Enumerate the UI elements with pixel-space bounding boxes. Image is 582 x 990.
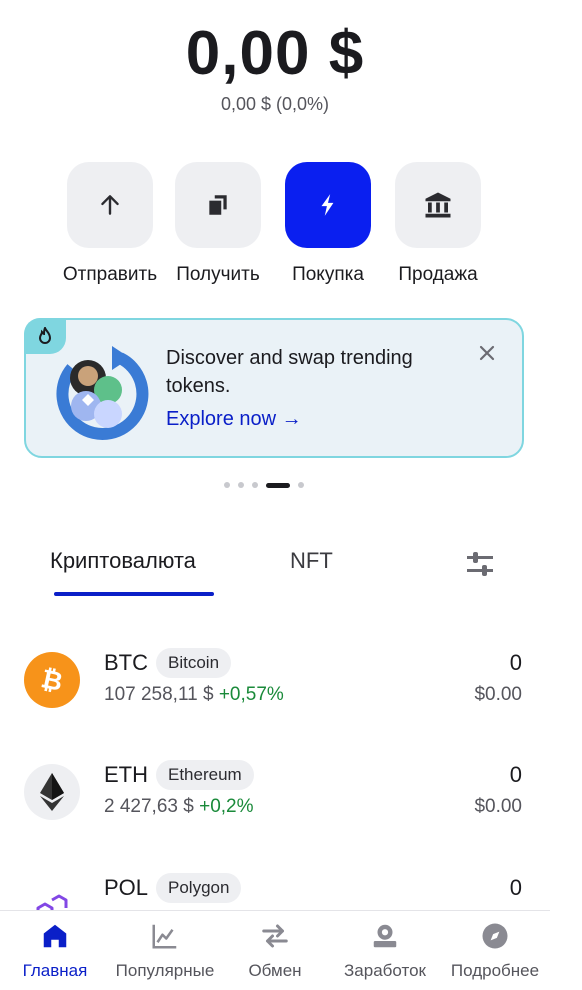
asset-name-chip: Polygon (156, 873, 242, 903)
swap-arrows-icon (262, 924, 288, 948)
nav-earn[interactable]: Заработок (330, 919, 440, 981)
buy-label: Покупка (292, 264, 364, 285)
asset-symbol: POL (104, 875, 149, 900)
send-label: Отправить (62, 264, 158, 285)
asset-amount: 0 (509, 650, 522, 675)
asset-fiat-value: $0.00 (474, 684, 522, 705)
asset-row-eth[interactable]: ETH Ethereum 2 427,63 $ +0,2% 0 $0.00 (0, 742, 550, 832)
asset-price: 107 258,11 $ +0,57% (104, 684, 284, 706)
active-tab-indicator (54, 592, 214, 596)
trending-tokens-illustration (50, 340, 150, 440)
send-button[interactable] (67, 162, 153, 248)
carousel-indicator (224, 480, 304, 490)
asset-name-chip: Bitcoin (156, 648, 232, 678)
promo-banner[interactable]: Discover and swap trending tokens. Explo… (24, 318, 524, 458)
asset-row-btc[interactable]: ₿ BTC Bitcoin 107 258,11 $ +0,57% 0 $0.0… (0, 630, 550, 720)
nav-earn-label: Заработок (344, 961, 426, 980)
asset-name-chip: Ethereum (156, 760, 254, 790)
nav-more-label: Подробнее (450, 961, 540, 980)
bank-icon (425, 192, 451, 218)
carousel-dot (238, 482, 244, 488)
home-icon (43, 924, 67, 948)
lightning-icon (321, 194, 334, 216)
nav-swap-label: Обмен (248, 961, 302, 980)
nav-popular[interactable]: Популярные (110, 919, 220, 981)
send-action[interactable]: Отправить (50, 162, 170, 286)
asset-price: 2 427,63 $ +0,2% (104, 796, 254, 818)
copy-stack-icon (209, 195, 227, 215)
sell-button[interactable] (395, 162, 481, 248)
nav-home[interactable]: Главная (0, 919, 110, 981)
nav-swap[interactable]: Обмен (220, 919, 330, 981)
buy-action[interactable]: Покупка (268, 162, 388, 286)
compass-icon (482, 923, 508, 949)
nav-popular-label: Популярные (115, 961, 215, 980)
balance-change: 0,00 $ (0,0%) (220, 94, 330, 114)
carousel-dot (298, 482, 304, 488)
arrow-up-icon (101, 195, 119, 215)
close-icon (479, 345, 495, 361)
asset-amount: 0 (509, 762, 522, 787)
earn-icon (373, 924, 397, 948)
asset-price-change: +0,2% (199, 796, 254, 817)
nav-home-label: Главная (22, 961, 88, 980)
sliders-icon (467, 552, 493, 576)
asset-price-change: +0,57% (218, 684, 284, 705)
receive-button[interactable] (175, 162, 261, 248)
asset-amount: 0 (509, 875, 522, 900)
asset-tabs: Криптовалюта NFT (0, 540, 550, 600)
nav-more[interactable]: Подробнее (440, 919, 550, 981)
explore-now-link[interactable]: Explore now → (166, 408, 302, 431)
bottom-navigation: Главная Популярные Обмен Заработок Подро… (0, 910, 550, 990)
total-balance: 0,00 $ (185, 19, 365, 88)
filter-button[interactable] (464, 548, 496, 580)
asset-price-value: 2 427,63 $ (104, 796, 194, 817)
tab-crypto[interactable]: Криптовалюта (50, 548, 196, 574)
chart-icon (152, 924, 177, 949)
buy-button[interactable] (285, 162, 371, 248)
carousel-dot-active (266, 482, 290, 488)
receive-action[interactable]: Получить (158, 162, 278, 286)
asset-symbol: BTC (104, 650, 148, 675)
banner-close-button[interactable] (476, 342, 498, 364)
asset-price-value: 107 258,11 $ (104, 684, 214, 705)
tab-nft[interactable]: NFT (290, 548, 333, 574)
receive-label: Получить (176, 264, 260, 285)
banner-text: Discover and swap trending tokens. (166, 347, 413, 397)
sell-action[interactable]: Продажа (378, 162, 498, 286)
carousel-dot (224, 482, 230, 488)
asset-symbol: ETH (104, 762, 148, 787)
svg-text:₿: ₿ (38, 664, 65, 696)
carousel-dot (252, 482, 258, 488)
asset-fiat-value: $0.00 (474, 796, 522, 817)
btc-logo-icon: ₿ (24, 652, 80, 708)
sell-label: Продажа (398, 264, 478, 285)
eth-logo-icon (24, 764, 80, 820)
